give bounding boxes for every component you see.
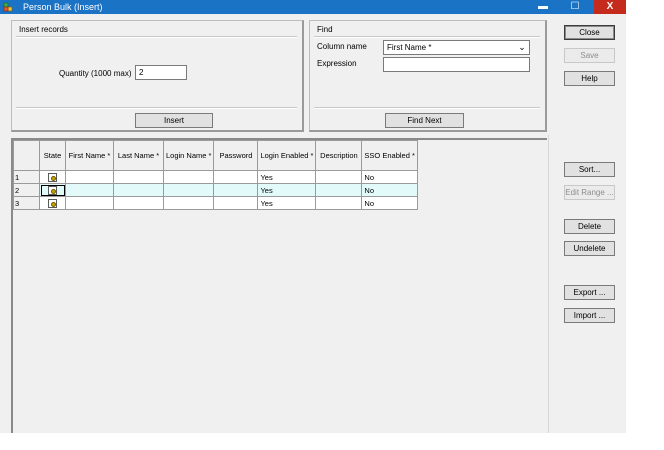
save-button[interactable]: Save [564, 48, 615, 63]
title-bar[interactable]: Person Bulk (Insert) ▬ ☐ X [0, 0, 626, 14]
quantity-input[interactable] [135, 65, 187, 80]
password-cell[interactable] [213, 183, 259, 197]
insert-button[interactable]: Insert [135, 113, 213, 128]
login-name-cell[interactable] [162, 170, 215, 184]
last-name-cell[interactable] [113, 183, 164, 197]
quantity-label: Quantity (1000 max) [59, 69, 132, 78]
app-icon [3, 2, 13, 12]
last-name-cell[interactable] [113, 170, 164, 184]
divider [548, 135, 549, 433]
expression-input[interactable] [383, 57, 530, 72]
column-header-description[interactable]: Description [315, 140, 363, 171]
divider [16, 107, 297, 109]
last-name-cell[interactable] [113, 196, 164, 210]
window-title: Person Bulk (Insert) [23, 2, 103, 12]
first-name-cell[interactable] [65, 196, 114, 210]
column-header-first-name[interactable]: First Name * [65, 140, 114, 171]
chevron-down-icon: ⌄ [518, 42, 526, 52]
sso-enabled-cell[interactable]: No [361, 170, 418, 184]
column-name-label: Column name [317, 42, 367, 51]
grid-header-row: State First Name * Last Name * Login Nam… [13, 140, 418, 171]
table-row[interactable]: 1 Yes No [13, 170, 418, 184]
row-number[interactable]: 1 [13, 170, 40, 184]
window-close-button[interactable]: X [594, 0, 626, 14]
login-name-cell[interactable] [162, 196, 215, 210]
description-cell[interactable] [315, 196, 363, 210]
column-header-login-enabled[interactable]: Login Enabled * [257, 140, 317, 171]
insert-records-panel: Insert records Quantity (1000 max) Inser… [11, 20, 304, 132]
delete-button[interactable]: Delete [564, 219, 615, 234]
first-name-cell[interactable] [65, 183, 114, 197]
column-name-select[interactable]: First Name * ⌄ [383, 40, 530, 55]
column-name-value: First Name * [387, 43, 432, 52]
state-cell[interactable] [39, 170, 66, 184]
edit-range-button[interactable]: Edit Range ... [564, 185, 615, 200]
divider [314, 107, 540, 109]
password-cell[interactable] [213, 170, 259, 184]
find-next-button[interactable]: Find Next [385, 113, 464, 128]
login-enabled-cell[interactable]: Yes [257, 196, 317, 210]
sso-enabled-cell[interactable]: No [361, 196, 418, 210]
column-header-last-name[interactable]: Last Name * [113, 140, 164, 171]
first-name-cell[interactable] [65, 170, 114, 184]
row-number[interactable]: 2 [13, 183, 40, 197]
description-cell[interactable] [315, 170, 363, 184]
state-cell[interactable] [39, 183, 66, 197]
divider [16, 36, 297, 38]
column-header-state[interactable]: State [39, 140, 66, 171]
table-row[interactable]: 2 Yes No [13, 183, 418, 197]
minimize-button[interactable]: ▬ [528, 0, 558, 14]
expression-label: Expression [317, 59, 357, 68]
import-button[interactable]: Import ... [564, 308, 615, 323]
find-panel: Find Column name First Name * ⌄ Expressi… [309, 20, 547, 132]
state-cell[interactable] [39, 196, 66, 210]
records-grid-area[interactable]: State First Name * Last Name * Login Nam… [11, 138, 547, 433]
sso-enabled-cell[interactable]: No [361, 183, 418, 197]
login-name-cell[interactable] [162, 183, 215, 197]
column-header-sso-enabled[interactable]: SSO Enabled * [361, 140, 418, 171]
insert-state-icon [48, 186, 57, 196]
help-button[interactable]: Help [564, 71, 615, 86]
insert-records-title: Insert records [19, 25, 68, 34]
description-cell[interactable] [315, 183, 363, 197]
find-title: Find [317, 25, 333, 34]
records-grid: State First Name * Last Name * Login Nam… [13, 140, 418, 210]
column-header-login-name[interactable]: Login Name * [162, 140, 215, 171]
column-header-password[interactable]: Password [213, 140, 259, 171]
password-cell[interactable] [213, 196, 259, 210]
sort-button[interactable]: Sort... [564, 162, 615, 177]
maximize-button[interactable]: ☐ [560, 0, 590, 14]
undelete-button[interactable]: Undelete [564, 241, 615, 256]
person-bulk-window: Person Bulk (Insert) ▬ ☐ X Insert record… [0, 0, 626, 433]
insert-state-icon [48, 173, 57, 183]
insert-state-icon [48, 199, 57, 209]
divider [314, 36, 540, 38]
row-number-header[interactable] [13, 140, 40, 171]
row-number[interactable]: 3 [13, 196, 40, 210]
close-button[interactable]: Close [564, 25, 615, 40]
login-enabled-cell[interactable]: Yes [257, 170, 317, 184]
export-button[interactable]: Export ... [564, 285, 615, 300]
login-enabled-cell[interactable]: Yes [257, 183, 317, 197]
table-row[interactable]: 3 Yes No [13, 196, 418, 210]
